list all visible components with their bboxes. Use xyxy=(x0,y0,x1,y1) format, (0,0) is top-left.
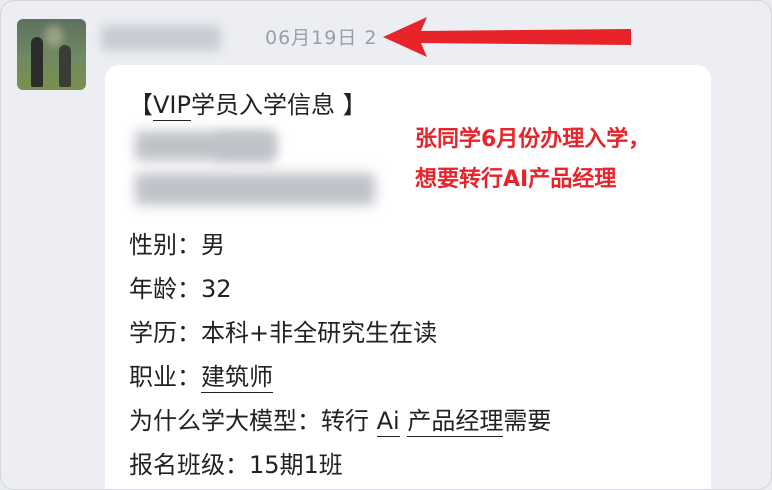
reason-line: 为什么学大模型：转行 Ai 产品经理需要 xyxy=(129,407,552,437)
redacted-contact-field xyxy=(135,173,375,205)
job-value-link[interactable]: 建筑师 xyxy=(201,363,273,393)
annotation-line-1: 张同学6月份办理入学， xyxy=(415,127,651,152)
age-value: 32 xyxy=(201,275,232,303)
sender-avatar[interactable] xyxy=(17,19,86,90)
job-label: 职业： xyxy=(129,363,201,391)
redacted-id-field xyxy=(215,133,275,159)
annotation-line-2: 想要转行AI产品经理 xyxy=(415,167,617,192)
red-arrow-annotation xyxy=(383,17,631,57)
reason-label: 为什么学大模型： xyxy=(129,407,321,435)
vip-link[interactable]: VIP xyxy=(153,91,191,121)
product-manager-link[interactable]: 产品经理 xyxy=(407,407,504,437)
sender-name-redacted xyxy=(101,25,221,51)
class-value: 15期1班 xyxy=(249,451,343,479)
message-timestamp: 06月19日 2 xyxy=(265,27,378,49)
education-label: 学历： xyxy=(129,319,201,347)
gender-value: 男 xyxy=(201,231,225,259)
education-value: 本科+非全研究生在读 xyxy=(201,319,438,347)
class-label: 报名班级： xyxy=(129,451,249,479)
gender-line: 性别：男 xyxy=(129,225,225,260)
age-line: 年龄：32 xyxy=(129,269,232,304)
gender-label: 性别： xyxy=(129,231,201,259)
age-label: 年龄： xyxy=(129,275,201,303)
job-line: 职业：建筑师 xyxy=(129,357,273,393)
ai-link[interactable]: Ai xyxy=(376,407,400,437)
education-line: 学历：本科+非全研究生在读 xyxy=(129,313,437,348)
class-line: 报名班级：15期1班 xyxy=(129,445,343,480)
message-title: 【VIP学员入学信息 】 xyxy=(129,91,367,121)
chat-window: 06月19日 2 【VIP学员入学信息 】 张同学6月份办理入学， 想要转行AI… xyxy=(0,0,772,490)
